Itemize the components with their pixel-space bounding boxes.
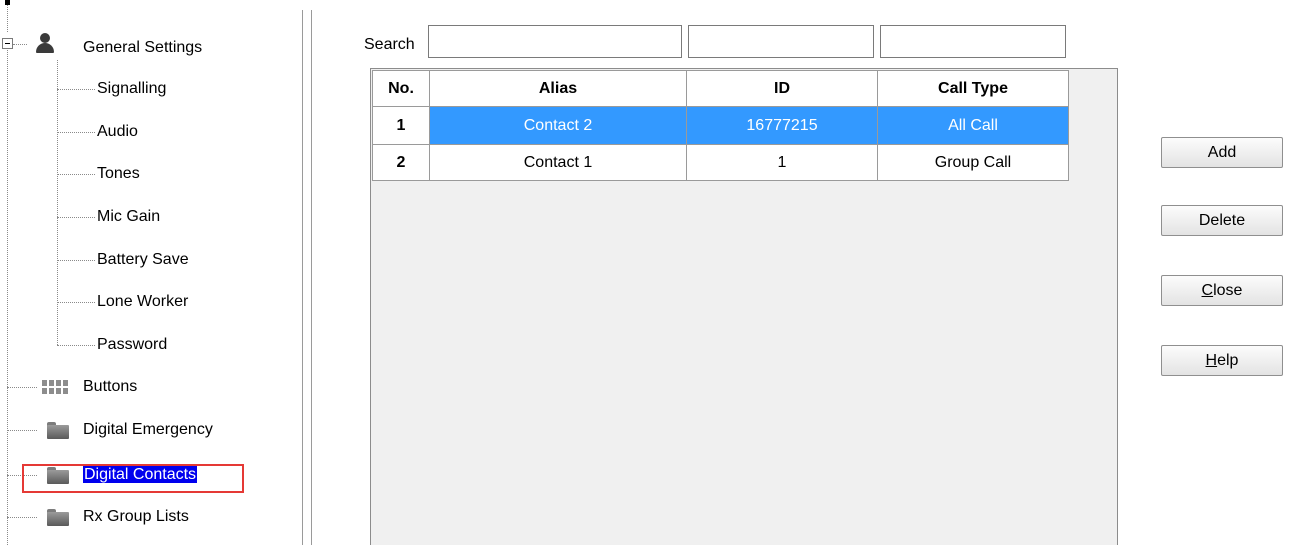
id-cell[interactable]: 16777215 xyxy=(686,106,878,145)
tree-item-signalling[interactable]: Signalling xyxy=(97,79,166,99)
tree-item-lone-worker[interactable]: Lone Worker xyxy=(97,292,188,312)
column-header-alias[interactable]: Alias xyxy=(429,70,687,107)
tree-item-general-settings[interactable]: General Settings xyxy=(83,38,202,58)
contacts-table: No. Alias ID Call Type 1 Contact 2 16777… xyxy=(372,70,1069,181)
folder-icon xyxy=(47,422,69,439)
splitter-line xyxy=(302,10,303,545)
row-number[interactable]: 1 xyxy=(372,106,430,145)
id-cell[interactable]: 1 xyxy=(686,144,878,181)
search-label: Search xyxy=(364,36,415,53)
table-row[interactable]: 1 Contact 2 16777215 All Call xyxy=(372,106,1069,145)
table-row[interactable]: 2 Contact 1 1 Group Call xyxy=(372,144,1069,181)
tree-item-tones[interactable]: Tones xyxy=(97,164,140,184)
tree-line xyxy=(7,50,8,545)
column-header-no[interactable]: No. xyxy=(372,70,430,107)
tree-item-digital-emergency[interactable]: Digital Emergency xyxy=(83,420,213,440)
tree-line xyxy=(7,517,37,518)
tree-line xyxy=(13,44,27,45)
close-mnemonic: C xyxy=(1201,282,1214,299)
tree-item-mic-gain[interactable]: Mic Gain xyxy=(97,207,160,227)
search-alias-input[interactable] xyxy=(428,25,682,58)
call-type-cell[interactable]: Group Call xyxy=(877,144,1069,181)
column-header-id[interactable]: ID xyxy=(686,70,878,107)
tree-line xyxy=(57,302,95,303)
person-icon xyxy=(36,33,54,53)
add-button[interactable]: Add xyxy=(1161,137,1283,168)
folder-icon xyxy=(47,509,69,526)
tree-line xyxy=(57,345,95,346)
settings-tree: General Settings Signalling Audio Tones … xyxy=(0,0,300,545)
tree-item-audio[interactable]: Audio xyxy=(97,122,138,142)
call-type-cell[interactable]: All Call xyxy=(877,106,1069,145)
search-calltype-input[interactable] xyxy=(880,25,1066,58)
delete-button[interactable]: Delete xyxy=(1161,205,1283,236)
tree-line xyxy=(7,387,37,388)
tree-line-cap xyxy=(5,0,10,5)
tree-item-rx-group-lists[interactable]: Rx Group Lists xyxy=(83,507,189,527)
splitter-line xyxy=(311,10,312,545)
tree-line xyxy=(7,430,37,431)
tree-item-battery-save[interactable]: Battery Save xyxy=(97,250,189,270)
help-mnemonic: H xyxy=(1205,352,1218,369)
buttons-grid-icon xyxy=(42,380,68,394)
tree-line xyxy=(57,174,95,175)
close-button[interactable]: Close xyxy=(1161,275,1283,306)
tree-line xyxy=(57,132,95,133)
help-button[interactable]: Help xyxy=(1161,345,1283,376)
highlight-box xyxy=(22,464,244,493)
column-header-call-type[interactable]: Call Type xyxy=(877,70,1069,107)
tree-item-buttons[interactable]: Buttons xyxy=(83,377,137,397)
tree-line xyxy=(57,260,95,261)
alias-cell[interactable]: Contact 1 xyxy=(429,144,687,181)
close-label-rest: lose xyxy=(1213,282,1243,299)
collapse-toggle[interactable] xyxy=(2,38,13,49)
row-number[interactable]: 2 xyxy=(372,144,430,181)
tree-item-password[interactable]: Password xyxy=(97,335,167,355)
tree-line xyxy=(57,89,95,90)
alias-cell[interactable]: Contact 2 xyxy=(429,106,687,145)
tree-line xyxy=(57,217,95,218)
help-label-rest: elp xyxy=(1217,352,1239,369)
search-id-input[interactable] xyxy=(688,25,874,58)
